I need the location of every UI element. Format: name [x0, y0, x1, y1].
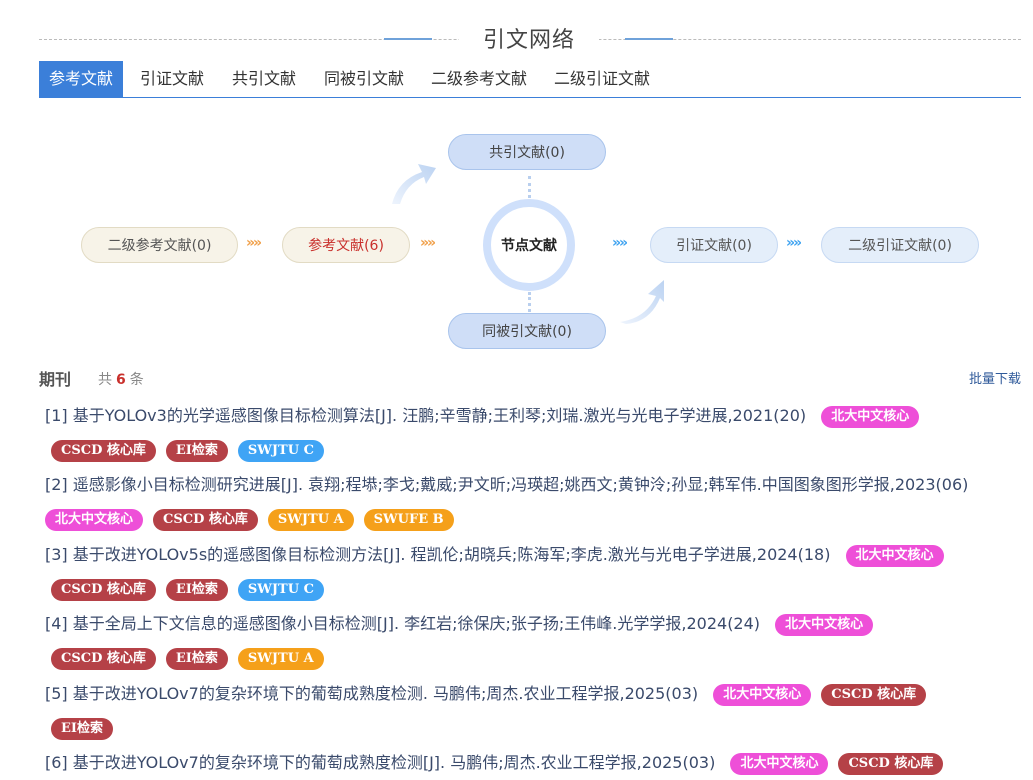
node-citations[interactable]: 引证文献(0) — [650, 227, 778, 263]
connector-top — [528, 176, 535, 198]
status-badge: 北大中文核心 — [845, 544, 944, 567]
tab-secondary-references[interactable]: 二级参考文献 — [431, 61, 527, 97]
status-badge: SWJTU C — [237, 578, 324, 601]
arrow-right-icon: »» — [420, 235, 436, 251]
tab-co-cited[interactable]: 同被引文献 — [324, 61, 404, 97]
status-badge: CSCD 核心库 — [51, 647, 156, 670]
reference-title-link[interactable]: [4] 基于全局上下文信息的遥感图像小目标检测[J]. 李红岩;徐保庆;张子扬;… — [45, 614, 760, 633]
arrow-right-icon: »» — [786, 235, 802, 251]
count-prefix: 共 — [98, 372, 112, 388]
tab-secondary-citations[interactable]: 二级引证文献 — [554, 61, 650, 97]
center-node-label: 节点文献 — [501, 238, 557, 254]
title-accent-right — [625, 38, 673, 40]
node-co-cited[interactable]: 同被引文献(0) — [448, 313, 606, 349]
connector-bottom — [528, 292, 535, 312]
status-badge: CSCD 核心库 — [51, 578, 156, 601]
status-badge: EI检索 — [165, 578, 228, 601]
list-item: [3] 基于改进YOLOv5s的遥感图像目标检测方法[J]. 程凯伦;胡晓兵;陈… — [45, 538, 990, 606]
reference-title-link[interactable]: [6] 基于改进YOLOv7的复杂环境下的葡萄成熟度检测[J]. 马鹏伟;周杰.… — [45, 753, 715, 772]
arrow-right-icon: »» — [246, 235, 262, 251]
node-co-citations[interactable]: 共引文献(0) — [448, 134, 606, 170]
batch-download-link[interactable]: 批量下载 — [969, 368, 1021, 387]
arrow-right-icon: »» — [612, 235, 628, 251]
node-secondary-citations[interactable]: 二级引证文献(0) — [821, 227, 979, 263]
status-badge: SWJTU C — [237, 439, 324, 462]
list-item: [4] 基于全局上下文信息的遥感图像小目标检测[J]. 李红岩;徐保庆;张子扬;… — [45, 607, 990, 675]
status-badge: EI检索 — [165, 439, 228, 462]
list-item: [5] 基于改进YOLOv7的复杂环境下的葡萄成熟度检测. 马鹏伟;周杰.农业工… — [45, 677, 990, 745]
status-badge: SWJTU A — [267, 508, 354, 531]
status-badge: EI检索 — [51, 717, 113, 740]
status-badge: CSCD 核心库 — [838, 752, 944, 775]
count-number: 6 — [116, 372, 126, 388]
status-badge: SWJTU A — [237, 647, 324, 670]
status-badge: SWUFE B — [363, 508, 454, 531]
status-badge: 北大中文核心 — [713, 683, 812, 706]
section-header: 引文网络 — [39, 18, 1021, 58]
tab-citations[interactable]: 引证文献 — [140, 61, 204, 97]
status-badge: 北大中文核心 — [730, 752, 829, 775]
center-node: 节点文献 — [483, 199, 575, 291]
status-badge: EI检索 — [165, 647, 228, 670]
tab-co-citations[interactable]: 共引文献 — [232, 61, 296, 97]
tab-references[interactable]: 参考文献 — [39, 61, 124, 97]
curved-arrow-up-icon — [392, 164, 436, 204]
list-item: [6] 基于改进YOLOv7的复杂环境下的葡萄成熟度检测[J]. 马鹏伟;周杰.… — [45, 746, 990, 780]
list-item: [1] 基于YOLOv3的光学遥感图像目标检测算法[J]. 汪鹏;辛雪静;王利琴… — [45, 399, 990, 467]
reference-title-link[interactable]: [2] 遥感影像小目标检测研究进展[J]. 袁翔;程塨;李戈;戴威;尹文昕;冯瑛… — [45, 475, 968, 494]
section-title: 引文网络 — [459, 22, 599, 54]
curved-arrow-down-icon — [620, 280, 664, 324]
title-accent-left — [384, 38, 432, 40]
status-badge: 北大中文核心 — [821, 405, 920, 428]
status-badge: 北大中文核心 — [775, 613, 874, 636]
result-count: 共6条 — [98, 369, 144, 389]
reference-title-link[interactable]: [1] 基于YOLOv3的光学遥感图像目标检测算法[J]. 汪鹏;辛雪静;王利琴… — [45, 406, 806, 425]
node-secondary-references[interactable]: 二级参考文献(0) — [81, 227, 238, 263]
list-item: [2] 遥感影像小目标检测研究进展[J]. 袁翔;程塨;李戈;戴威;尹文昕;冯瑛… — [45, 468, 990, 536]
status-badge: CSCD 核心库 — [153, 508, 258, 531]
tab-bar: 参考文献 引证文献 共引文献 同被引文献 二级参考文献 二级引证文献 — [39, 61, 1021, 98]
reference-title-link[interactable]: [3] 基于改进YOLOv5s的遥感图像目标检测方法[J]. 程凯伦;胡晓兵;陈… — [45, 545, 830, 564]
status-badge: 北大中文核心 — [45, 508, 144, 531]
category-label: 期刊 — [39, 370, 72, 389]
count-suffix: 条 — [129, 372, 144, 388]
status-badge: CSCD 核心库 — [51, 439, 156, 462]
reference-title-link[interactable]: [5] 基于改进YOLOv7的复杂环境下的葡萄成熟度检测. 马鹏伟;周杰.农业工… — [45, 684, 698, 703]
list-header: 期刊 共6条 批量下载 — [39, 366, 1021, 390]
node-references[interactable]: 参考文献(6) — [282, 227, 410, 263]
status-badge: CSCD 核心库 — [821, 683, 927, 706]
